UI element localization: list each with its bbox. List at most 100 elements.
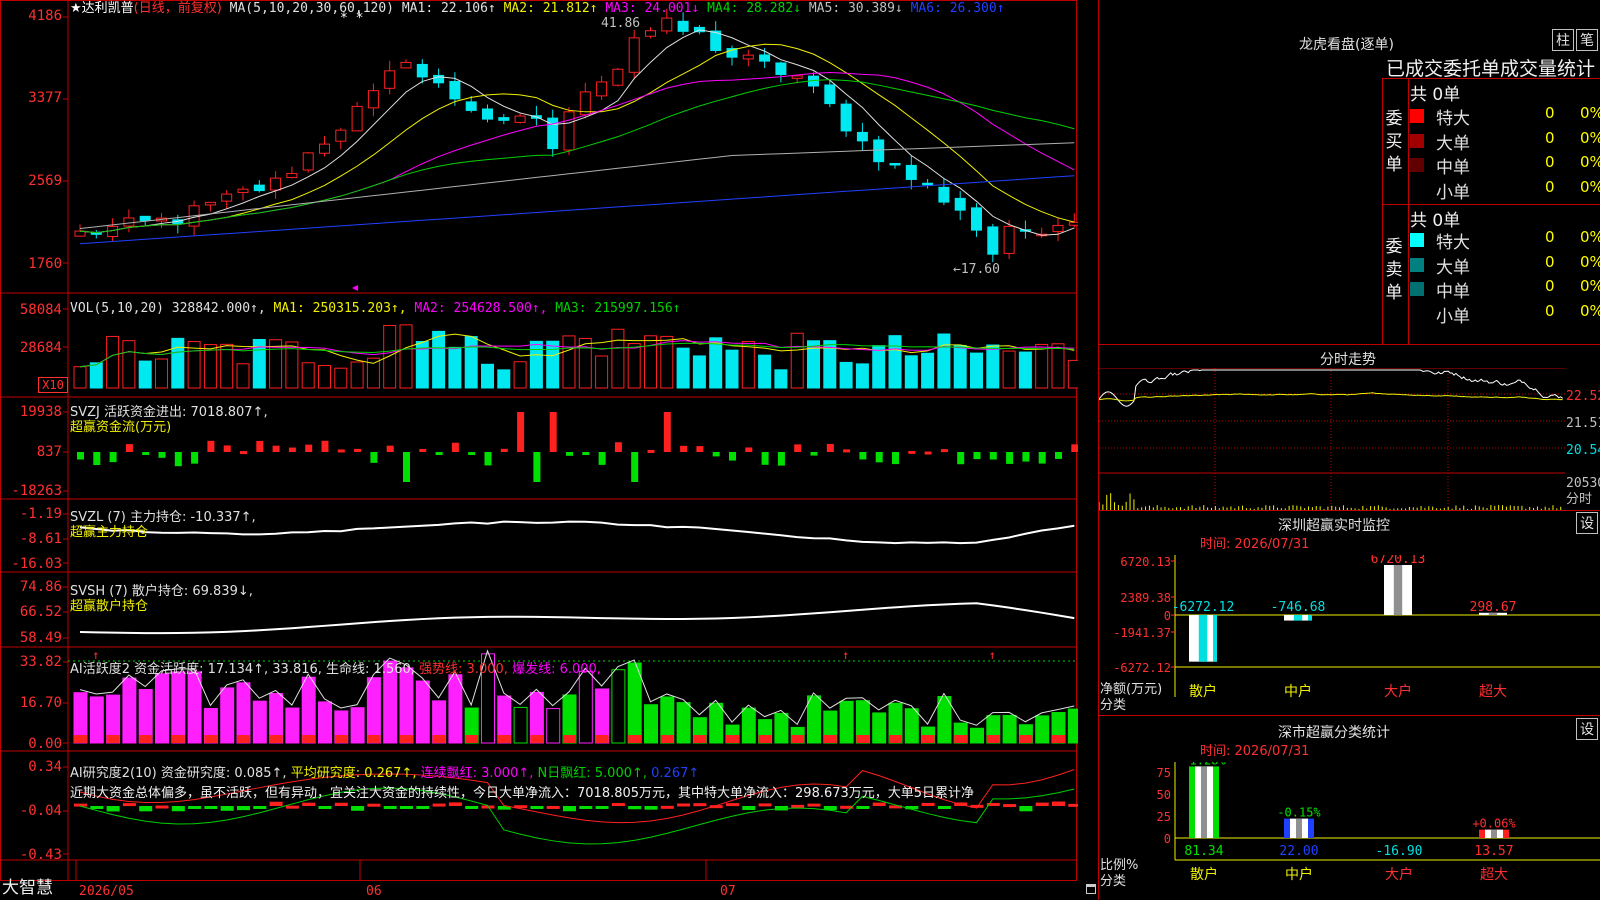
flow-bar: [207, 440, 215, 452]
dragon-tabs[interactable]: 已成交委托单成交量统计: [1386, 54, 1595, 81]
flow-bar: [957, 452, 965, 465]
monitor-bar-value: -746.68: [1271, 600, 1326, 615]
order-label: 大单: [1436, 257, 1470, 278]
volume-bar: [921, 352, 935, 389]
research-bar: [1019, 806, 1033, 812]
x-label: 07: [720, 884, 736, 899]
volume-bar: [513, 361, 527, 389]
candle-body: [922, 182, 934, 186]
volume-bar: [399, 324, 413, 389]
activity-bar: [904, 708, 919, 744]
flow-bar: [403, 452, 410, 482]
flow-bar: [109, 452, 117, 463]
research-bar: [872, 802, 886, 806]
volume-bar: [888, 335, 902, 389]
research-label: 0.34: [28, 759, 62, 775]
classify-bar-shade: [1201, 766, 1207, 838]
flow-bar: [794, 444, 802, 452]
candle-body: [645, 30, 656, 37]
intraday-chart[interactable]: [1099, 368, 1565, 510]
activity-bar: [644, 704, 658, 744]
volume-bar: [1018, 351, 1032, 389]
volume-bar: [155, 358, 168, 389]
research-bar: [742, 806, 756, 811]
main-chart[interactable]: ↑ ↑ ↑: [0, 0, 1078, 882]
price-label: 3377: [28, 90, 62, 106]
activity-base: [1019, 735, 1033, 743]
flow-bar: [696, 446, 704, 452]
research-bar: [188, 806, 202, 809]
monitor-time: 时间: 2026/07/31: [1200, 537, 1310, 552]
flow-bar: [305, 444, 313, 452]
classify-category: 散户: [1190, 866, 1218, 883]
activity-bar: [627, 662, 642, 744]
flow-bar: [745, 447, 753, 452]
up-arrow: ↑: [92, 648, 99, 662]
classify-ratio: 81.34: [1184, 844, 1223, 859]
monitor-cat-label: 分类: [1100, 698, 1127, 713]
volume-bar: [692, 355, 706, 389]
monitor-chart[interactable]: 6720.132389.380-1941.37-6272.12-6272.12散…: [1099, 555, 1600, 715]
activity-base: [139, 735, 153, 743]
order-count: 0: [1545, 104, 1555, 122]
volume-bar: [611, 328, 625, 389]
flow-bar: [354, 448, 362, 452]
flow-bar: [1038, 452, 1046, 464]
flow-bar: [93, 452, 101, 466]
monitor-settings-button[interactable]: 设: [1576, 512, 1598, 534]
candle-body: [1003, 225, 1015, 254]
research-bar: [1052, 801, 1065, 806]
activity-base: [693, 735, 707, 743]
volume-bar: [318, 365, 331, 389]
classify-change: +0.06%: [1472, 817, 1516, 831]
flow-bar: [500, 448, 508, 452]
classify-chart[interactable]: 75 50 25 0 -1.28% 81.34 散户 -0.15% 22.00 中户 -16.90 大…: [1099, 762, 1600, 900]
monitor-y-label: 6720.13: [1120, 555, 1171, 569]
activity-base: [791, 735, 805, 743]
order-color-swatch: [1410, 133, 1424, 148]
flow-bar: [940, 449, 948, 453]
activity-bar: [807, 695, 821, 744]
flow-bar: [777, 452, 785, 466]
order-color-swatch: [1410, 282, 1424, 296]
ma3-line: [79, 72, 1075, 234]
volume-bar: [1002, 350, 1016, 389]
monitor-net-label: 净额(万元): [1100, 682, 1163, 697]
ai-label: 16.70: [19, 695, 62, 711]
volume-bar: [236, 363, 250, 389]
chart-mode[interactable]: (日线，前复权): [134, 1, 222, 16]
activity-bar: [236, 682, 251, 744]
research-bar: [253, 806, 267, 809]
classify-settings-button[interactable]: 设: [1576, 718, 1598, 740]
activity-base: [628, 735, 642, 743]
ma5-value: MA5: 30.389↓: [808, 1, 903, 16]
ma6-line: [79, 175, 1075, 245]
order-row: 特大 0 0%: [1410, 228, 1600, 253]
candle-body: [612, 68, 624, 86]
monitor-y-label: 2389.38: [1120, 591, 1171, 605]
tick-mode-button[interactable]: 笔: [1576, 29, 1598, 51]
candle-body: [498, 117, 510, 121]
flow-bar: [240, 451, 247, 455]
activity-base: [204, 735, 218, 743]
candle-body: [400, 61, 412, 69]
candle-body: [971, 207, 982, 231]
bar-mode-button[interactable]: 柱: [1552, 29, 1574, 51]
monitor-bar-edge: [1213, 615, 1217, 662]
fund-flow-bars: [77, 412, 1078, 482]
activity-base: [432, 735, 446, 743]
activity-bar: [741, 707, 756, 744]
monitor-bar-shade: [1293, 615, 1303, 621]
stock-name[interactable]: ★达利凯普: [70, 1, 134, 16]
volume-bar: [350, 361, 364, 389]
x-label: 2026/05: [79, 884, 134, 899]
order-label: 特大: [1436, 109, 1470, 129]
flow-bar: [321, 440, 329, 452]
holding-lines: [79, 520, 1075, 635]
chart-frame: [0, 0, 1077, 881]
intraday-price-label: 21.51: [1566, 416, 1600, 431]
order-pct: 0%: [1580, 228, 1600, 246]
candle-body: [351, 105, 363, 132]
volume-bars: [73, 324, 1078, 389]
research-bar: [758, 803, 772, 807]
